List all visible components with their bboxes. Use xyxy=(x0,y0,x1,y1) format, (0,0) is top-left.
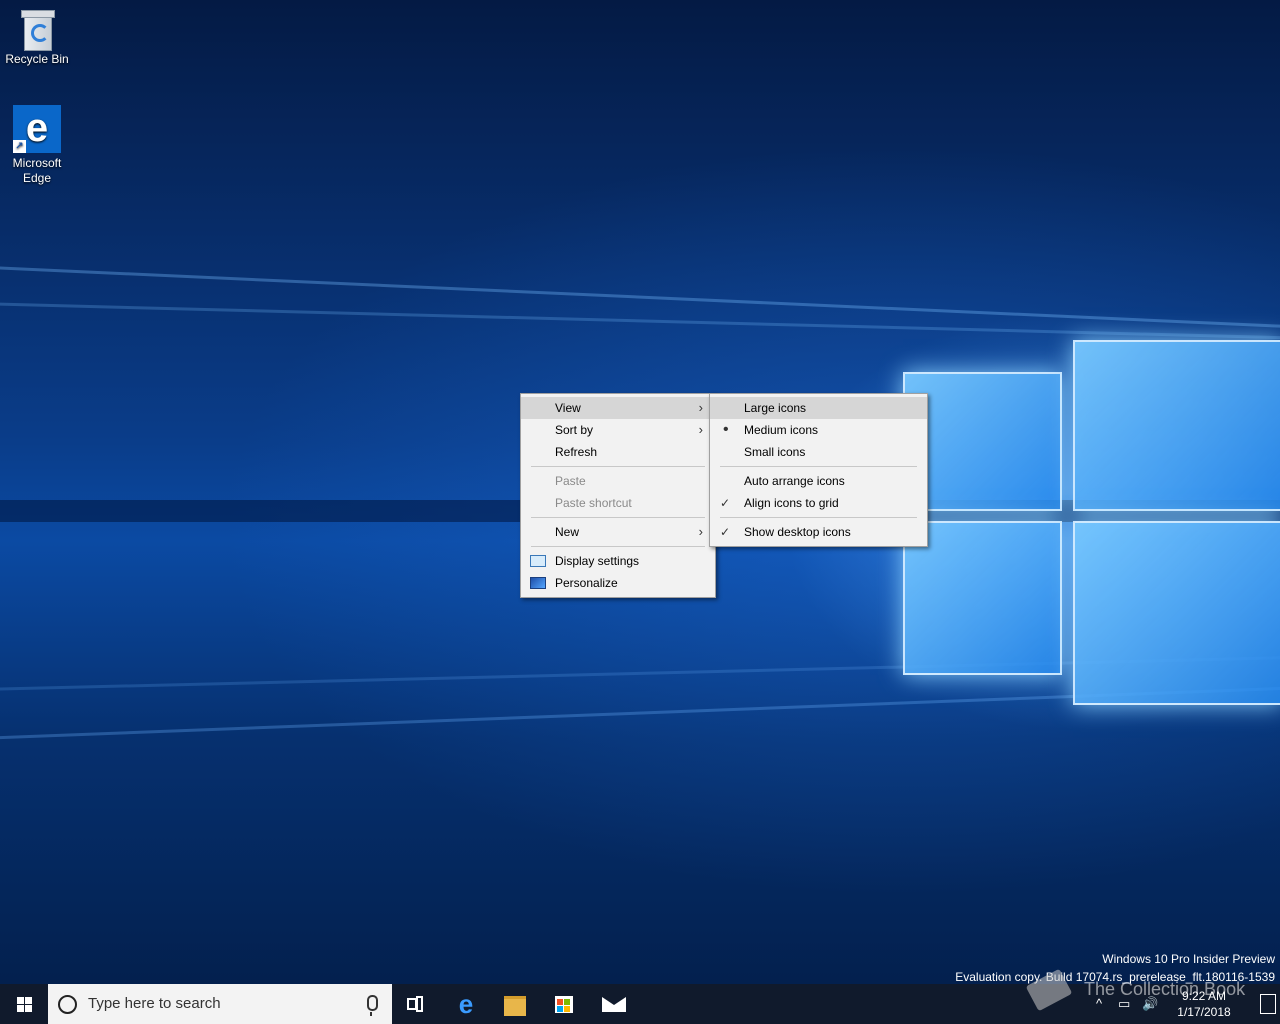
submenu-item-align-to-grid[interactable]: ✓ Align icons to grid xyxy=(710,492,927,514)
checkmark-icon: ✓ xyxy=(720,525,731,539)
recycle-bin-icon xyxy=(20,10,55,51)
menu-item-label: View xyxy=(555,401,581,415)
edge-label: Microsoft Edge xyxy=(12,156,62,185)
windows-logo-icon xyxy=(17,997,32,1012)
menu-separator xyxy=(720,466,917,467)
menu-item-label: Personalize xyxy=(555,576,618,590)
desktop-background[interactable]: Recycle Bin e ↗ Microsoft Edge View › Sor… xyxy=(0,0,1280,984)
cortana-icon xyxy=(58,995,77,1014)
edge-icon: e xyxy=(458,989,474,1019)
store-icon xyxy=(555,996,573,1013)
start-button[interactable] xyxy=(0,984,48,1024)
chevron-right-icon: › xyxy=(698,524,703,539)
chevron-right-icon: › xyxy=(698,422,703,437)
submenu-item-label: Large icons xyxy=(744,401,807,415)
menu-item-personalize[interactable]: Personalize xyxy=(521,572,715,594)
menu-separator xyxy=(720,517,917,518)
radio-bullet-icon: • xyxy=(723,421,729,438)
folder-icon xyxy=(504,996,526,1016)
menu-item-sort-by[interactable]: Sort by › xyxy=(521,419,715,441)
submenu-item-label: Align icons to grid xyxy=(744,496,839,510)
personalize-icon xyxy=(530,577,546,589)
checkmark-icon: ✓ xyxy=(720,496,731,510)
wallpaper-beam xyxy=(0,300,1280,343)
menu-item-new[interactable]: New › xyxy=(521,521,715,543)
edge-icon: e ↗ xyxy=(13,105,61,153)
collection-book-watermark: The Collection Book xyxy=(1025,968,1246,1012)
submenu-item-show-desktop-icons[interactable]: ✓ Show desktop icons xyxy=(710,521,927,543)
submenu-item-label: Show desktop icons xyxy=(744,525,851,539)
submenu-item-small-icons[interactable]: Small icons xyxy=(710,441,927,463)
submenu-item-label: Auto arrange icons xyxy=(744,474,845,488)
submenu-item-large-icons[interactable]: Large icons xyxy=(710,397,927,419)
action-center-icon[interactable] xyxy=(1260,994,1276,1014)
microphone-icon[interactable] xyxy=(367,995,378,1016)
menu-item-label: Display settings xyxy=(555,554,640,568)
taskbar-edge-button[interactable]: e xyxy=(442,984,490,1024)
search-placeholder: Type here to search xyxy=(88,995,221,1012)
view-submenu: Large icons • Medium icons Small icons A… xyxy=(709,393,928,547)
menu-separator xyxy=(531,517,705,518)
menu-item-display-settings[interactable]: Display settings xyxy=(521,550,715,572)
taskbar-store-button[interactable] xyxy=(540,984,588,1024)
menu-item-label: Refresh xyxy=(555,445,598,459)
submenu-item-label: Medium icons xyxy=(744,423,819,437)
clock-date: 1/17/2018 xyxy=(1177,1005,1231,1019)
desktop-icon-edge[interactable]: e ↗ Microsoft Edge xyxy=(0,105,74,186)
shortcut-arrow-icon: ↗ xyxy=(13,140,26,153)
search-box[interactable]: Type here to search xyxy=(48,984,392,1024)
mail-icon xyxy=(602,997,626,1012)
chevron-right-icon: › xyxy=(698,400,703,415)
menu-item-paste-shortcut: Paste shortcut xyxy=(521,492,715,514)
menu-item-label: New xyxy=(555,525,580,539)
task-view-icon xyxy=(407,996,423,1012)
taskbar-mail-button[interactable] xyxy=(590,984,638,1024)
menu-item-label: Paste shortcut xyxy=(555,496,632,510)
submenu-item-label: Small icons xyxy=(744,445,806,459)
menu-item-label: Sort by xyxy=(555,423,594,437)
menu-separator xyxy=(531,466,705,467)
context-menu: View › Sort by › Refresh Paste Paste sho… xyxy=(520,393,716,598)
display-icon xyxy=(530,555,546,567)
wallpaper-logo-pane xyxy=(1073,521,1280,705)
menu-item-label: Paste xyxy=(555,474,586,488)
menu-item-view[interactable]: View › xyxy=(521,397,715,419)
menu-item-refresh[interactable]: Refresh xyxy=(521,441,715,463)
submenu-item-auto-arrange[interactable]: Auto arrange icons xyxy=(710,470,927,492)
desktop-icon-recycle-bin[interactable]: Recycle Bin xyxy=(0,10,74,67)
watermark-edition: Windows 10 Pro Insider Preview xyxy=(1102,952,1275,966)
recycle-bin-label: Recycle Bin xyxy=(5,52,69,66)
wallpaper-logo-pane xyxy=(1073,340,1280,511)
watermark-text: The Collection Book xyxy=(1084,978,1246,999)
task-view-button[interactable] xyxy=(392,984,440,1024)
submenu-item-medium-icons[interactable]: • Medium icons xyxy=(710,419,927,441)
menu-item-paste: Paste xyxy=(521,470,715,492)
taskbar-file-explorer-button[interactable] xyxy=(491,984,539,1024)
menu-separator xyxy=(531,546,705,547)
